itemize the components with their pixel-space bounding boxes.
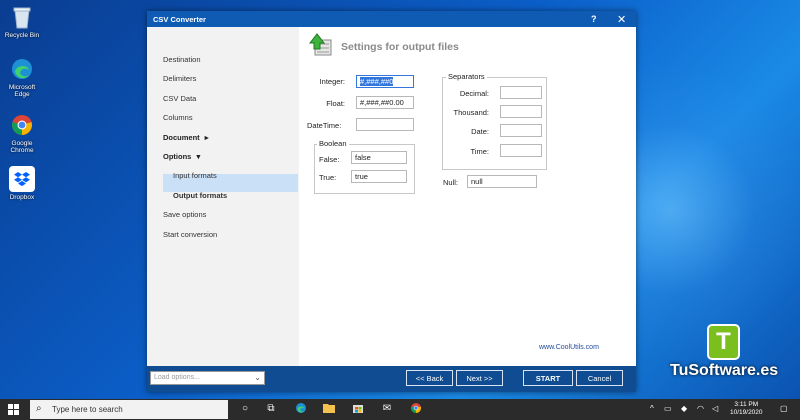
sidebar-item-destination[interactable]: Destination	[163, 55, 201, 64]
desktop-icon-dropbox[interactable]: Dropbox	[4, 166, 40, 201]
mail-icon[interactable]: ✉	[380, 402, 394, 416]
tusoftware-watermark-text: TuSoftware.es	[670, 362, 779, 379]
network-icon[interactable]: ▭	[664, 404, 672, 413]
chrome-taskbar-icon[interactable]	[409, 402, 423, 416]
integer-label: Integer:	[319, 77, 345, 86]
datetime-label: DateTime:	[307, 121, 342, 130]
date-input[interactable]	[500, 124, 542, 137]
taskbar-clock[interactable]: 3:11 PM 10/19/2020	[730, 401, 763, 417]
clock-date: 10/19/2020	[730, 409, 763, 416]
recycle-bin-icon	[9, 4, 35, 30]
separators-group-title: Separators	[446, 72, 487, 81]
sidebar-item-save-options[interactable]: Save options	[163, 210, 206, 219]
notification-icon[interactable]: ▢	[780, 404, 788, 413]
back-button[interactable]: << Back	[406, 370, 453, 386]
dropbox-tray-icon[interactable]: ◆	[681, 404, 687, 413]
sidebar-item-delimiters[interactable]: Delimiters	[163, 74, 196, 83]
volume-icon[interactable]: ◁	[712, 404, 718, 413]
desktop-icon-label: Dropbox	[9, 194, 35, 201]
windows-start-icon[interactable]	[8, 404, 19, 415]
null-label: Null:	[443, 178, 459, 187]
desktop-icon-chrome[interactable]: Google Chrome	[4, 112, 40, 154]
desktop-icon-label: Recycle Bin	[4, 32, 40, 39]
thousand-input[interactable]	[500, 105, 542, 118]
task-view-icon[interactable]: ⧉	[264, 402, 278, 416]
store-icon[interactable]	[351, 402, 365, 416]
chevron-down-icon: ▾	[196, 152, 201, 161]
cortana-icon[interactable]: ○	[238, 402, 252, 416]
time-label: Time:	[470, 147, 489, 156]
decimal-label: Decimal:	[459, 89, 489, 98]
sidebar-item-output-formats[interactable]: Output formats	[173, 191, 227, 200]
edge-icon	[9, 56, 35, 82]
csv-converter-window: CSV Converter ? ✕ Destination Delimiters…	[147, 11, 636, 392]
start-button[interactable]: START	[523, 370, 573, 386]
float-input[interactable]: #,###,##0.00	[356, 96, 414, 109]
sidebar-item-label: Document	[163, 133, 200, 142]
chrome-icon	[9, 112, 35, 138]
coolutils-link[interactable]: www.CoolUtils.com	[539, 344, 599, 351]
chevron-up-icon[interactable]: ^	[650, 404, 654, 413]
desktop-icon-label: Microsoft Edge	[8, 84, 36, 98]
sidebar-item-label: Options	[163, 152, 192, 161]
sidebar-item-csv-data[interactable]: CSV Data	[163, 94, 196, 103]
time-input[interactable]	[500, 144, 542, 157]
sidebar-item-document[interactable]: Document ▸	[163, 133, 209, 142]
datetime-input[interactable]	[356, 118, 414, 131]
sidebar-item-columns[interactable]: Columns	[163, 113, 193, 122]
thousand-label: Thousand:	[453, 108, 489, 117]
taskbar-search-box[interactable]: ⌕ Type here to search	[30, 400, 228, 419]
window-title: CSV Converter	[153, 14, 206, 24]
sidebar-item-input-formats[interactable]: Input formats	[173, 171, 217, 180]
float-label: Float:	[326, 99, 345, 108]
desktop-icon-label: Google Chrome	[10, 140, 34, 154]
title-bar[interactable]: CSV Converter ? ✕	[147, 11, 636, 27]
true-input[interactable]: true	[351, 170, 407, 183]
null-input[interactable]: null	[467, 175, 537, 188]
page-title: Settings for output files	[341, 41, 459, 53]
integer-input[interactable]: #,###,##0	[356, 75, 414, 88]
chevron-right-icon: ▸	[204, 133, 209, 142]
file-explorer-icon[interactable]	[322, 402, 336, 416]
output-files-icon	[307, 31, 333, 57]
desktop-icon-edge[interactable]: Microsoft Edge	[4, 56, 40, 98]
boolean-group-title: Boolean	[317, 139, 349, 148]
tusoftware-logo: T	[707, 324, 740, 360]
sidebar-item-options[interactable]: Options ▾	[163, 152, 200, 161]
true-label: True:	[319, 173, 337, 182]
next-button[interactable]: Next >>	[456, 370, 503, 386]
help-button[interactable]: ?	[591, 14, 597, 24]
edge-taskbar-icon[interactable]	[294, 402, 308, 416]
sidebar-item-start-conversion[interactable]: Start conversion	[163, 230, 217, 239]
search-icon: ⌕	[36, 403, 42, 414]
load-options-select[interactable]: Load options... ⌄	[150, 371, 265, 385]
chevron-down-icon: ⌄	[254, 373, 261, 382]
date-label: Date:	[471, 127, 489, 136]
dropbox-icon	[9, 166, 35, 192]
decimal-input[interactable]	[500, 86, 542, 99]
false-label: False:	[319, 155, 340, 164]
false-input[interactable]: false	[351, 151, 407, 164]
cancel-button[interactable]: Cancel	[576, 370, 623, 386]
sidebar: Destination Delimiters CSV Data Columns …	[147, 27, 299, 366]
desktop-icon-recycle-bin[interactable]: Recycle Bin	[4, 4, 40, 39]
footer-bar: Load options... ⌄ << Back Next >> START …	[147, 366, 636, 392]
clock-time: 3:11 PM	[734, 401, 759, 408]
wifi-icon[interactable]: ◠	[697, 404, 704, 413]
close-button[interactable]: ✕	[617, 13, 626, 26]
taskbar: ⌕ Type here to search ○ ⧉ ✉ ^ ▭ ◆ ◠ ◁ 3:…	[0, 399, 800, 420]
